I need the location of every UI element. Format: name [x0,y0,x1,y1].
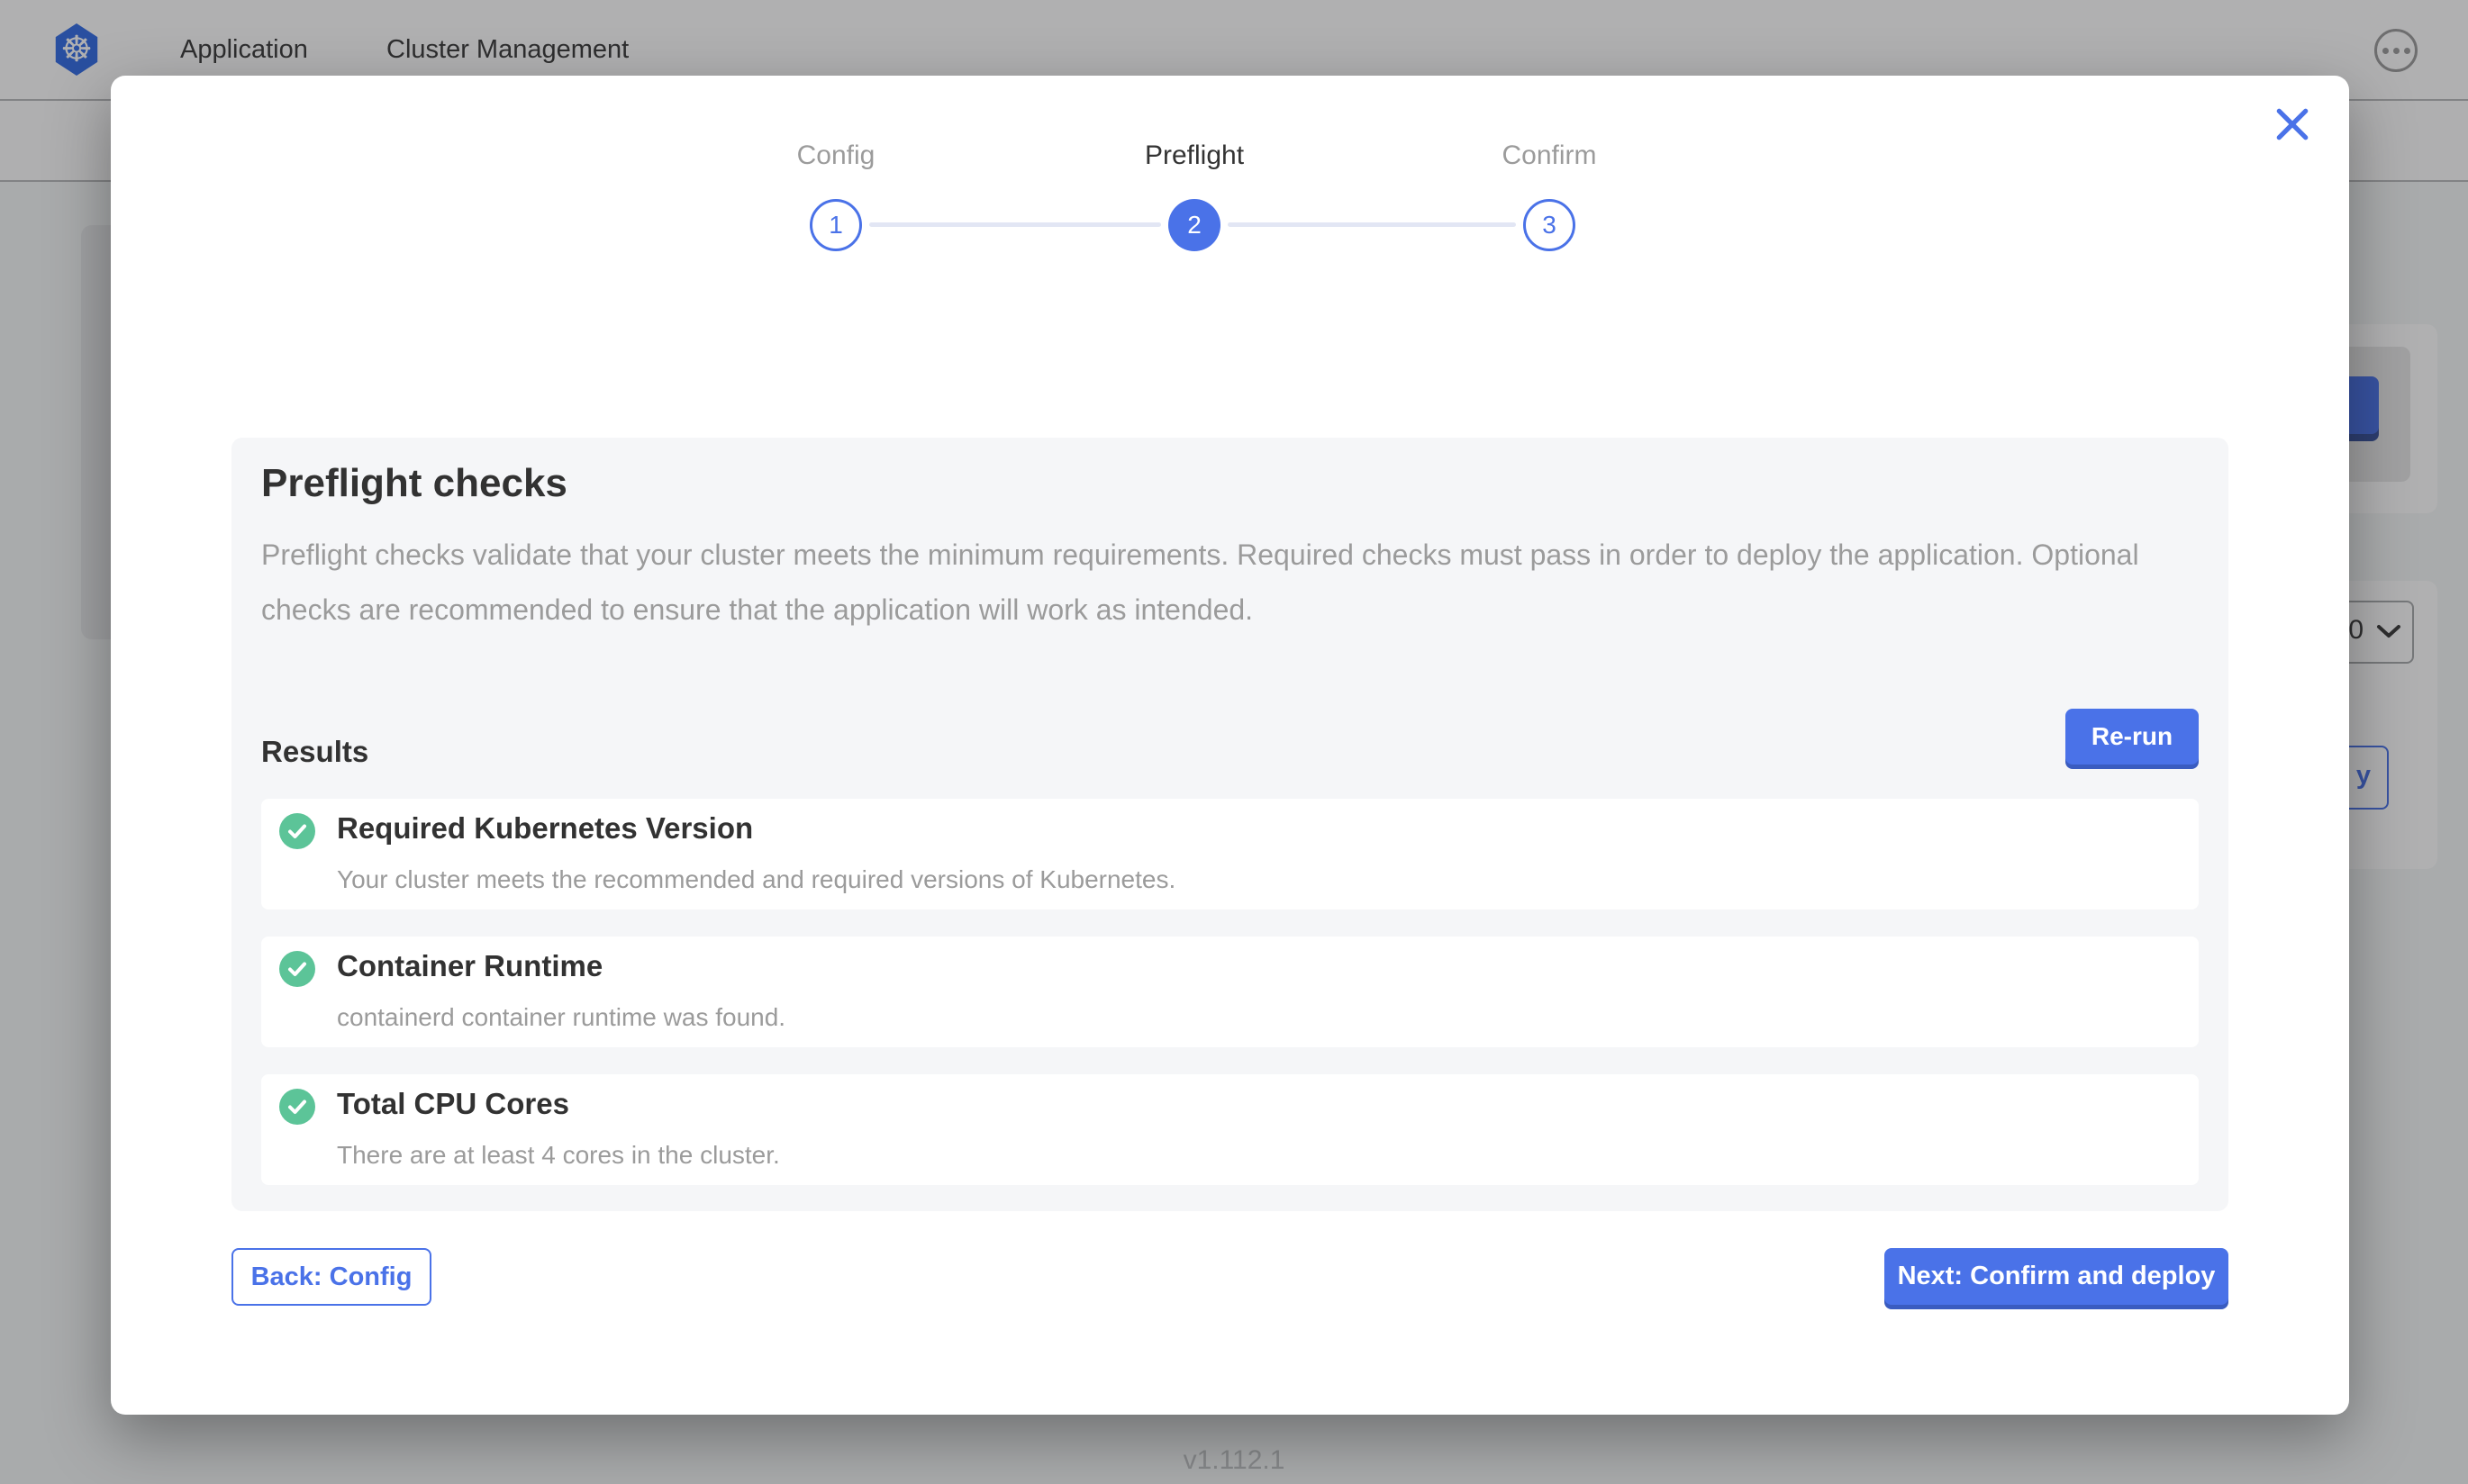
check-message: There are at least 4 cores in the cluste… [337,1141,780,1170]
rerun-button[interactable]: Re-run [2065,709,2199,765]
check-title: Total CPU Cores [337,1087,569,1121]
check-message: containerd container runtime was found. [337,1003,785,1032]
check-message: Your cluster meets the recommended and r… [337,865,1175,894]
check-circle-icon [279,813,315,849]
step-label-config: Config [701,140,971,171]
page-title: Preflight checks [261,461,567,506]
stepper-connector [1228,222,1516,227]
check-title: Required Kubernetes Version [337,811,753,846]
step-circle-3[interactable]: 3 [1523,199,1575,251]
check-circle-icon [279,951,315,987]
results-heading: Results [261,735,368,769]
preflight-description: Preflight checks validate that your clus… [261,528,2144,638]
close-icon[interactable] [2271,103,2314,146]
step-label-confirm: Confirm [1414,140,1684,171]
next-confirm-deploy-button[interactable]: Next: Confirm and deploy [1884,1248,2228,1305]
preflight-modal: Config Preflight Confirm 1 2 3 Preflight… [111,76,2349,1415]
back-config-button[interactable]: Back: Config [231,1248,431,1306]
step-circle-1[interactable]: 1 [810,199,862,251]
check-card: Required Kubernetes Version Your cluster… [261,799,2199,909]
check-circle-icon [279,1089,315,1125]
check-card: Total CPU Cores There are at least 4 cor… [261,1074,2199,1185]
step-label-preflight: Preflight [1059,140,1329,171]
check-card: Container Runtime containerd container r… [261,937,2199,1047]
step-circle-2[interactable]: 2 [1168,199,1220,251]
preflight-panel: Preflight checks Preflight checks valida… [231,438,2228,1211]
stepper-connector [869,222,1161,227]
screen: ☸ Application Cluster Management 0 y v1.… [0,0,2468,1484]
check-title: Container Runtime [337,949,603,983]
